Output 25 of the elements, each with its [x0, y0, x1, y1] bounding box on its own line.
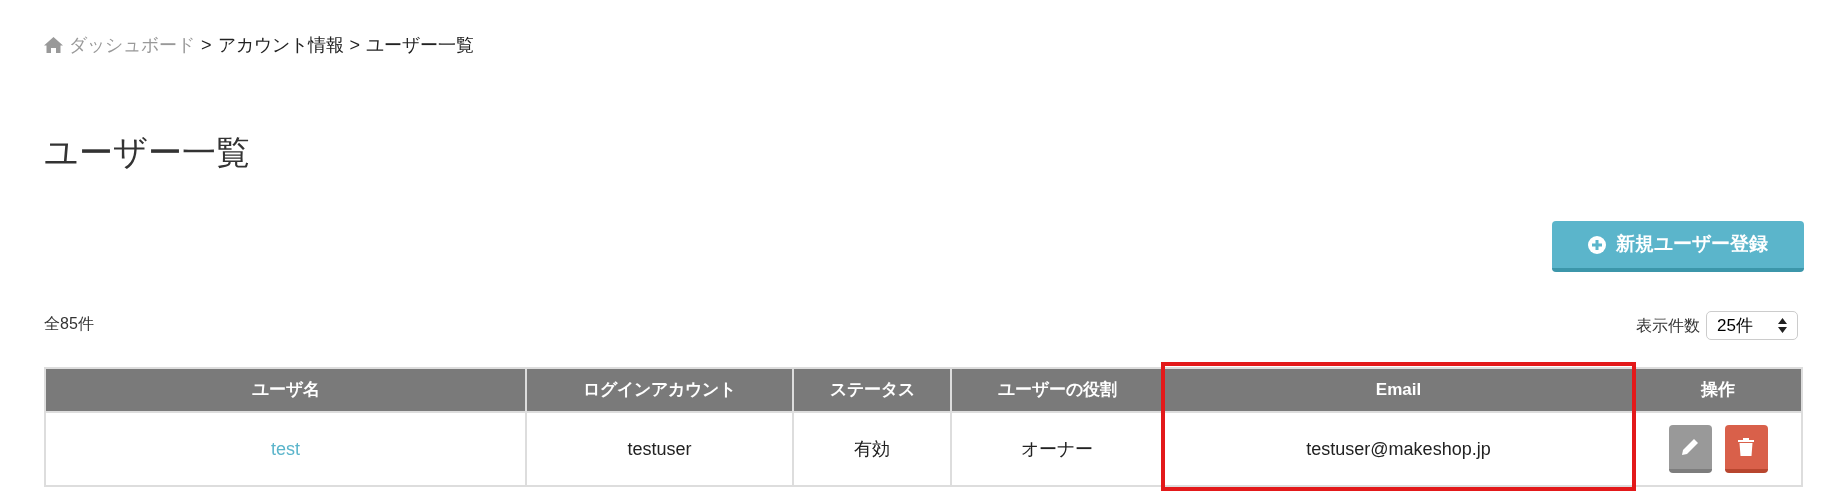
column-header: ユーザーの役割: [951, 368, 1163, 412]
plus-circle-icon: [1588, 235, 1606, 254]
column-header: 操作: [1634, 368, 1802, 412]
breadcrumb-item: アカウント情報: [217, 33, 344, 57]
breadcrumb-separator: >: [201, 33, 212, 57]
breadcrumb-link[interactable]: ダッシュボード: [69, 31, 195, 59]
table-cell: testuser: [526, 412, 793, 486]
home-icon: [44, 37, 63, 53]
column-header: ログインアカウント: [526, 368, 793, 412]
delete-button[interactable]: [1724, 425, 1768, 473]
total-count: 全85件: [44, 314, 94, 334]
page-title: ユーザー一覧: [44, 132, 251, 172]
per-page-select[interactable]: 25件: [1706, 311, 1798, 340]
new-user-button[interactable]: 新規ユーザー登録: [1552, 221, 1804, 272]
column-header: ユーザ名: [45, 368, 526, 412]
column-header: ステータス: [793, 368, 951, 412]
trash-icon: [1738, 438, 1754, 456]
breadcrumb-separator: >: [349, 33, 361, 57]
table-cell: 有効: [793, 412, 951, 486]
stepper-arrows-icon: [1778, 318, 1787, 333]
breadcrumb-item: ユーザー一覧: [366, 33, 475, 57]
pencil-icon: [1681, 438, 1699, 456]
edit-button[interactable]: [1668, 425, 1712, 473]
per-page-label: 表示件数: [1636, 315, 1700, 336]
user-name-link[interactable]: test: [271, 438, 300, 459]
